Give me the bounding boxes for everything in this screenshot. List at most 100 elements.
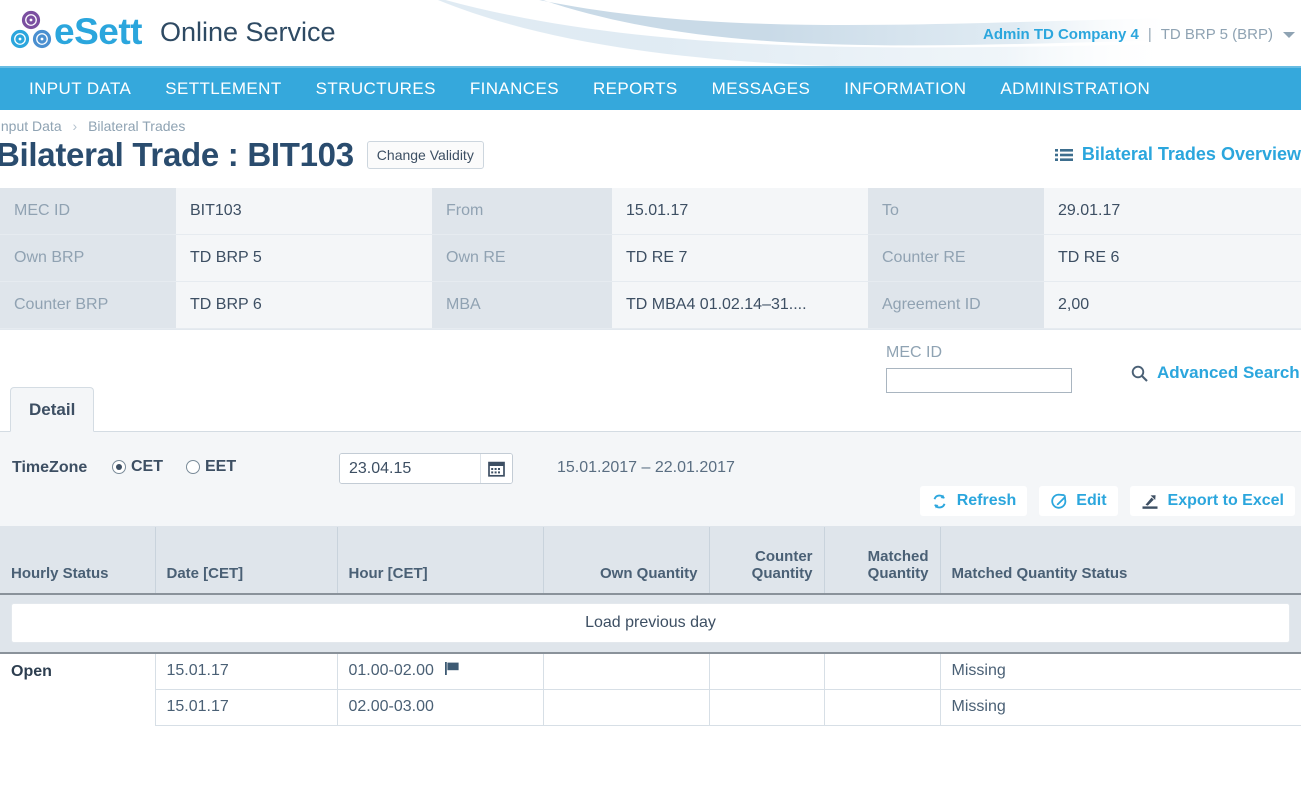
nav-item-reports[interactable]: REPORTS [576,68,695,110]
nav-item-input-data[interactable]: INPUT DATA [12,68,148,110]
nav-item-settlement[interactable]: SETTLEMENT [148,68,298,110]
info-value-own-brp: TD BRP 5 [176,235,432,282]
export-to-excel-button[interactable]: Export to Excel [1129,486,1295,516]
flag-icon[interactable] [445,661,461,680]
chevron-down-icon[interactable] [1283,31,1295,38]
overview-link-label: Bilateral Trades Overview [1081,144,1301,164]
table-header-row: Hourly Status Date [CET] Hour [CET] Own … [0,527,1301,595]
timezone-option-eet-label: EET [205,458,237,475]
column-header-date[interactable]: Date [CET] [155,527,338,595]
info-value-agreement-id: 2,00 [1044,282,1301,329]
brand-name: eSett [54,11,142,52]
bilateral-trades-overview-link[interactable]: Bilateral Trades Overview [1054,144,1301,165]
cell-date: 15.01.17 [155,653,338,690]
column-header-matched-quantity-status[interactable]: Matched Quantity Status [940,527,1301,595]
info-value-to: 29.01.17 [1044,188,1301,235]
trade-info-grid: MEC ID BIT103 From 15.01.17 To 29.01.17 … [0,188,1301,330]
table-row[interactable]: Open 15.01.17 01.00-02.00 Missing [0,653,1301,725]
cell-date: 15.01.17 [155,689,338,726]
refresh-button-label: Refresh [956,492,1017,509]
column-header-counter-quantity[interactable]: Counter Quantity [709,527,825,595]
cell-hour-label: 01.00-02.00 [348,661,434,679]
timezone-label: TimeZone [12,459,88,476]
nav-item-administration[interactable]: ADMINISTRATION [983,68,1167,110]
refresh-icon [931,493,948,510]
breadcrumb: Input Data › Bilateral Trades [0,110,1301,134]
advanced-search-link[interactable]: Advanced Search [1131,363,1300,383]
cell-hour: 02.00-03.00 [337,689,544,726]
load-previous-day-row: Load previous day [0,594,1301,654]
date-range-text: 15.01.2017 – 22.01.2017 [557,459,735,476]
user-party-label[interactable]: TD BRP 5 (BRP) [1161,26,1273,43]
mec-id-search-label: MEC ID [886,344,942,361]
esett-logo-icon [10,10,52,49]
cell-own-quantity [543,653,710,690]
date-picker[interactable] [339,453,513,484]
hourly-data-table: Hourly Status Date [CET] Hour [CET] Own … [0,527,1301,726]
info-value-counter-brp: TD BRP 6 [176,282,432,329]
info-label-counter-re: Counter RE [868,235,1044,282]
title-row: Bilateral Trade : BIT103 Change Validity… [0,136,1301,174]
nav-item-finances[interactable]: FINANCES [453,68,576,110]
date-input[interactable] [340,454,480,483]
info-label-from: From [432,188,612,235]
breadcrumb-separator-icon: › [72,118,78,134]
cell-matched-quantity [824,653,941,690]
main-navigation: INPUT DATA SETTLEMENT STRUCTURES FINANCE… [0,68,1301,110]
edit-button[interactable]: Edit [1039,486,1118,516]
table-row[interactable]: 15.01.17 02.00-03.00 Missing [0,689,1301,726]
info-label-mec-id: MEC ID [0,188,176,235]
column-header-own-quantity[interactable]: Own Quantity [543,527,710,595]
info-value-mec-id: BIT103 [176,188,432,235]
radio-cet-icon[interactable] [112,460,126,474]
app-header: eSett Online Service Admin TD Company 4 … [0,0,1301,68]
tab-detail[interactable]: Detail [10,387,95,432]
edit-icon [1050,493,1067,510]
cell-counter-quantity [709,689,825,726]
calendar-icon[interactable] [480,454,512,483]
edit-button-label: Edit [1076,492,1107,509]
timezone-radio-group: CET EET [112,458,259,476]
user-admin-label[interactable]: Admin TD Company 4 [983,26,1139,43]
timezone-option-cet[interactable]: CET [112,458,163,476]
cell-matched-quantity-status: Missing [940,689,1301,726]
nav-item-structures[interactable]: STRUCTURES [299,68,453,110]
nav-item-information[interactable]: INFORMATION [827,68,983,110]
change-validity-button[interactable]: Change Validity [366,141,484,169]
column-header-matched-quantity[interactable]: Matched Quantity [824,527,941,595]
mec-id-search-block: MEC ID [886,344,1072,393]
refresh-button[interactable]: Refresh [919,486,1028,516]
cell-matched-quantity [824,689,941,726]
info-label-own-brp: Own BRP [0,235,176,282]
user-separator: | [1147,26,1152,43]
cell-hourly-status: Open [0,653,156,725]
info-value-counter-re: TD RE 6 [1044,235,1301,282]
list-icon [1054,148,1073,162]
brand[interactable]: eSett Online Service [10,10,336,54]
timezone-option-eet[interactable]: EET [186,458,236,476]
cell-matched-quantity-status: Missing [940,653,1301,690]
breadcrumb-item-input-data[interactable]: Input Data [0,118,62,134]
info-label-to: To [868,188,1044,235]
radio-eet-icon[interactable] [186,460,200,474]
export-to-excel-button-label: Export to Excel [1167,492,1284,509]
nav-item-messages[interactable]: MESSAGES [695,68,828,110]
info-label-mba: MBA [432,282,612,329]
column-header-hourly-status[interactable]: Hourly Status [0,527,156,595]
load-previous-day-button[interactable]: Load previous day [11,603,1290,643]
cell-own-quantity [543,689,710,726]
column-header-hour[interactable]: Hour [CET] [337,527,544,595]
user-area[interactable]: Admin TD Company 4 | TD BRP 5 (BRP) [983,26,1295,43]
info-value-mba: TD MBA4 01.02.14–31.... [612,282,868,329]
page-title: Bilateral Trade : BIT103 [0,136,354,173]
brand-subtitle: Online Service [159,16,336,47]
info-label-counter-brp: Counter BRP [0,282,176,329]
info-label-own-re: Own RE [432,235,612,282]
search-icon [1131,365,1148,382]
advanced-search-label: Advanced Search [1157,363,1300,382]
cell-hour: 01.00-02.00 [337,653,544,690]
info-value-from: 15.01.17 [612,188,868,235]
cell-counter-quantity [709,653,825,690]
breadcrumb-item-bilateral-trades[interactable]: Bilateral Trades [88,118,185,134]
table-actions: Refresh Edit Export to Excel [908,486,1295,516]
